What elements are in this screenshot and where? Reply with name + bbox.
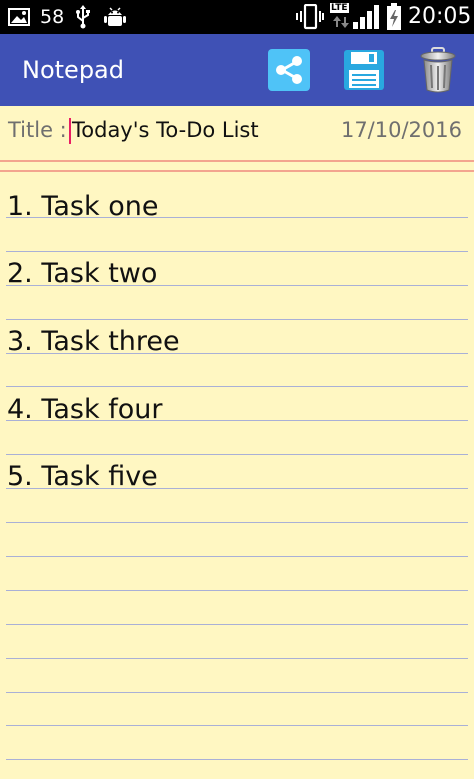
note-line: 4. Task four — [7, 394, 163, 425]
status-bar: 58 LTE 20:05 — [0, 0, 474, 34]
trash-can-icon — [420, 47, 456, 93]
header-divider-top — [0, 160, 474, 162]
data-arrows-icon — [333, 16, 349, 28]
network-type-label: LTE — [330, 3, 349, 13]
gallery-notification-icon — [8, 8, 30, 26]
ruled-line — [6, 624, 468, 625]
notification-count: 58 — [40, 6, 65, 28]
ruled-line — [6, 590, 468, 591]
ruled-line — [6, 251, 468, 252]
app-bar: Notepad — [0, 34, 474, 106]
title-input[interactable]: Today's To-Do List — [72, 117, 259, 143]
share-icon — [276, 56, 302, 84]
usb-icon — [76, 5, 90, 29]
note-line: 5. Task five — [7, 461, 158, 492]
share-button[interactable] — [268, 49, 310, 91]
ruled-line — [6, 454, 468, 455]
floppy-disk-icon — [344, 50, 384, 90]
note-line: 1. Task one — [7, 191, 159, 222]
save-button[interactable] — [342, 48, 386, 92]
ruled-line — [6, 386, 468, 387]
title-row: Title : Today's To-Do List 17/10/2016 — [0, 106, 474, 156]
note-line: 3. Task three — [7, 326, 180, 357]
note-body[interactable]: 1. Task one 2. Task two 3. Task three 4.… — [0, 176, 474, 779]
header-divider-bottom — [0, 170, 474, 172]
title-label: Title : — [8, 118, 67, 142]
text-caret — [69, 118, 71, 144]
android-debug-icon — [104, 7, 126, 26]
delete-button[interactable] — [416, 46, 460, 94]
ruled-line — [6, 725, 468, 726]
ruled-line — [6, 658, 468, 659]
ruled-line — [6, 692, 468, 693]
note-line: 2. Task two — [7, 258, 158, 289]
ruled-line — [6, 556, 468, 557]
ruled-line — [6, 759, 468, 760]
vibrate-icon — [296, 4, 324, 30]
ruled-line — [6, 522, 468, 523]
battery-charging-icon — [387, 3, 401, 30]
note-date: 17/10/2016 — [340, 118, 462, 142]
notepad-screen: 58 LTE 20:05 Notepad Title: Today's To-… — [0, 0, 474, 779]
ruled-line — [6, 319, 468, 320]
status-time: 20:05 — [408, 4, 472, 29]
signal-strength-icon — [353, 5, 379, 29]
app-title: Notepad — [22, 56, 124, 84]
